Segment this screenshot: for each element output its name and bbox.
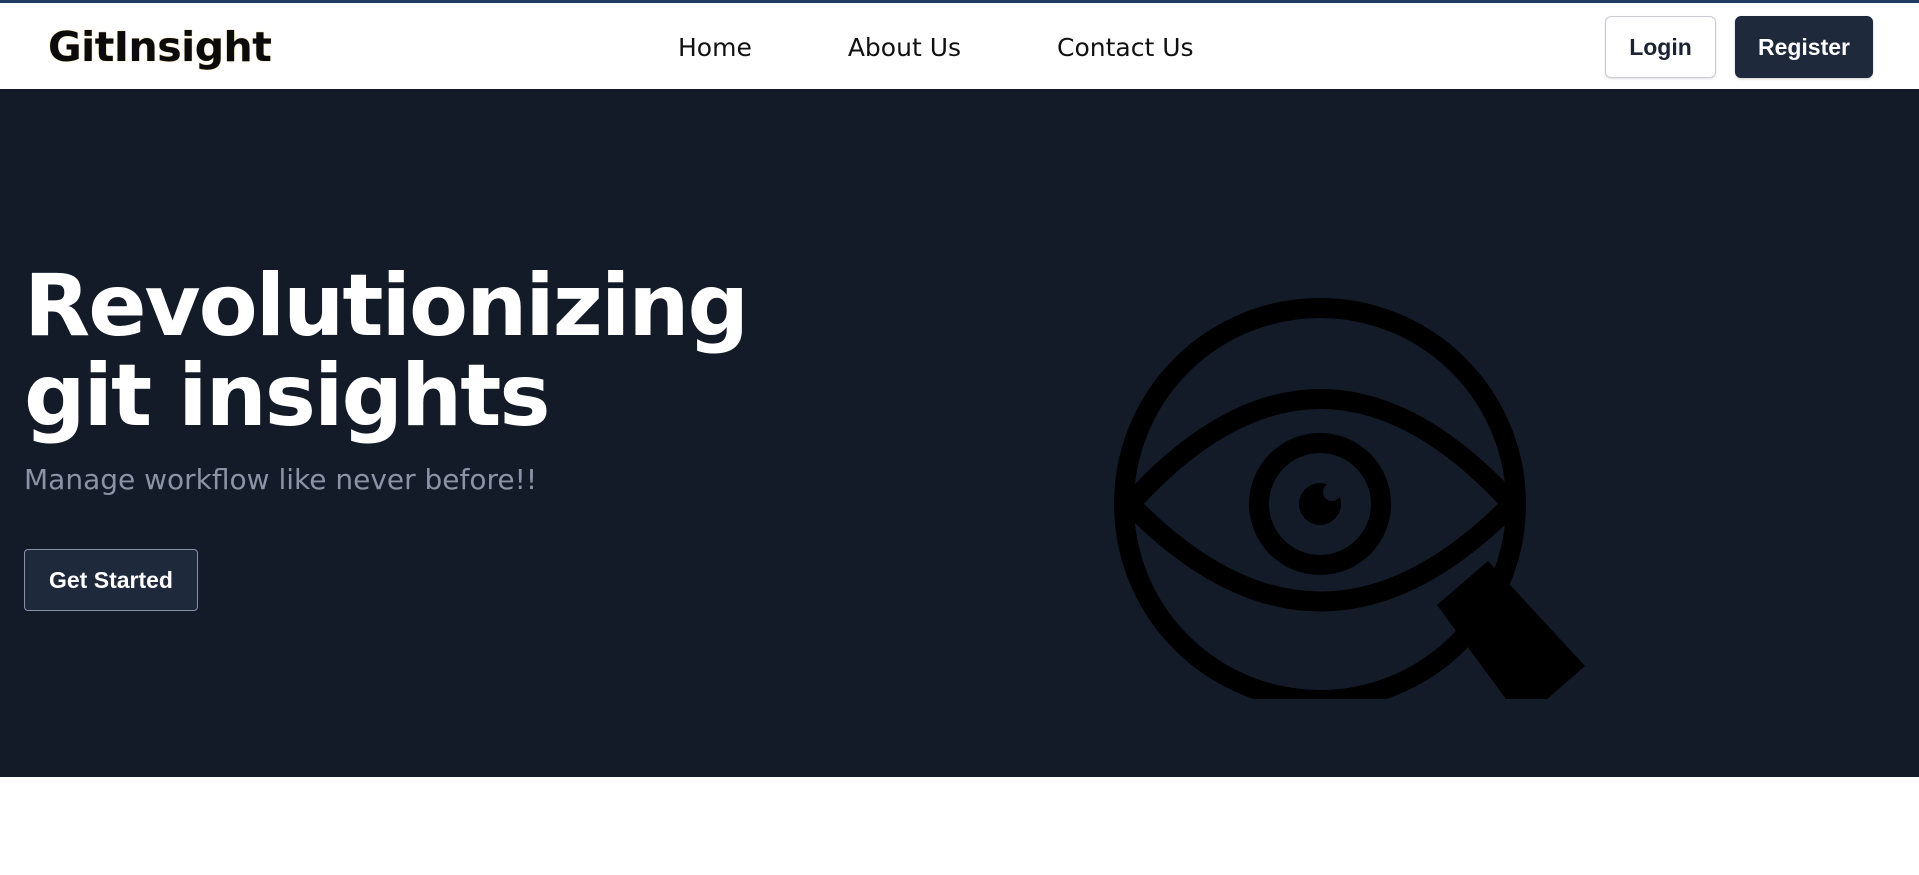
nav-link-contact-us[interactable]: Contact Us — [1057, 33, 1194, 62]
navbar: GitInsight Home About Us Contact Us Logi… — [0, 3, 1919, 89]
nav-links: Home About Us Contact Us — [678, 33, 1194, 62]
login-button[interactable]: Login — [1605, 16, 1716, 78]
page-footer-area — [0, 777, 1919, 875]
hero-subtitle: Manage workflow like never before!! — [24, 463, 538, 496]
register-button[interactable]: Register — [1735, 16, 1873, 78]
get-started-button[interactable]: Get Started — [24, 549, 198, 611]
brand-logo[interactable]: GitInsight — [48, 23, 272, 71]
hero-section: Revolutionizing git insights Manage work… — [0, 89, 1919, 777]
nav-link-about-us[interactable]: About Us — [848, 33, 961, 62]
hero-title: Revolutionizing git insights — [24, 256, 749, 446]
magnifying-glass-eye-icon — [1100, 199, 1600, 721]
nav-link-home[interactable]: Home — [678, 33, 752, 62]
